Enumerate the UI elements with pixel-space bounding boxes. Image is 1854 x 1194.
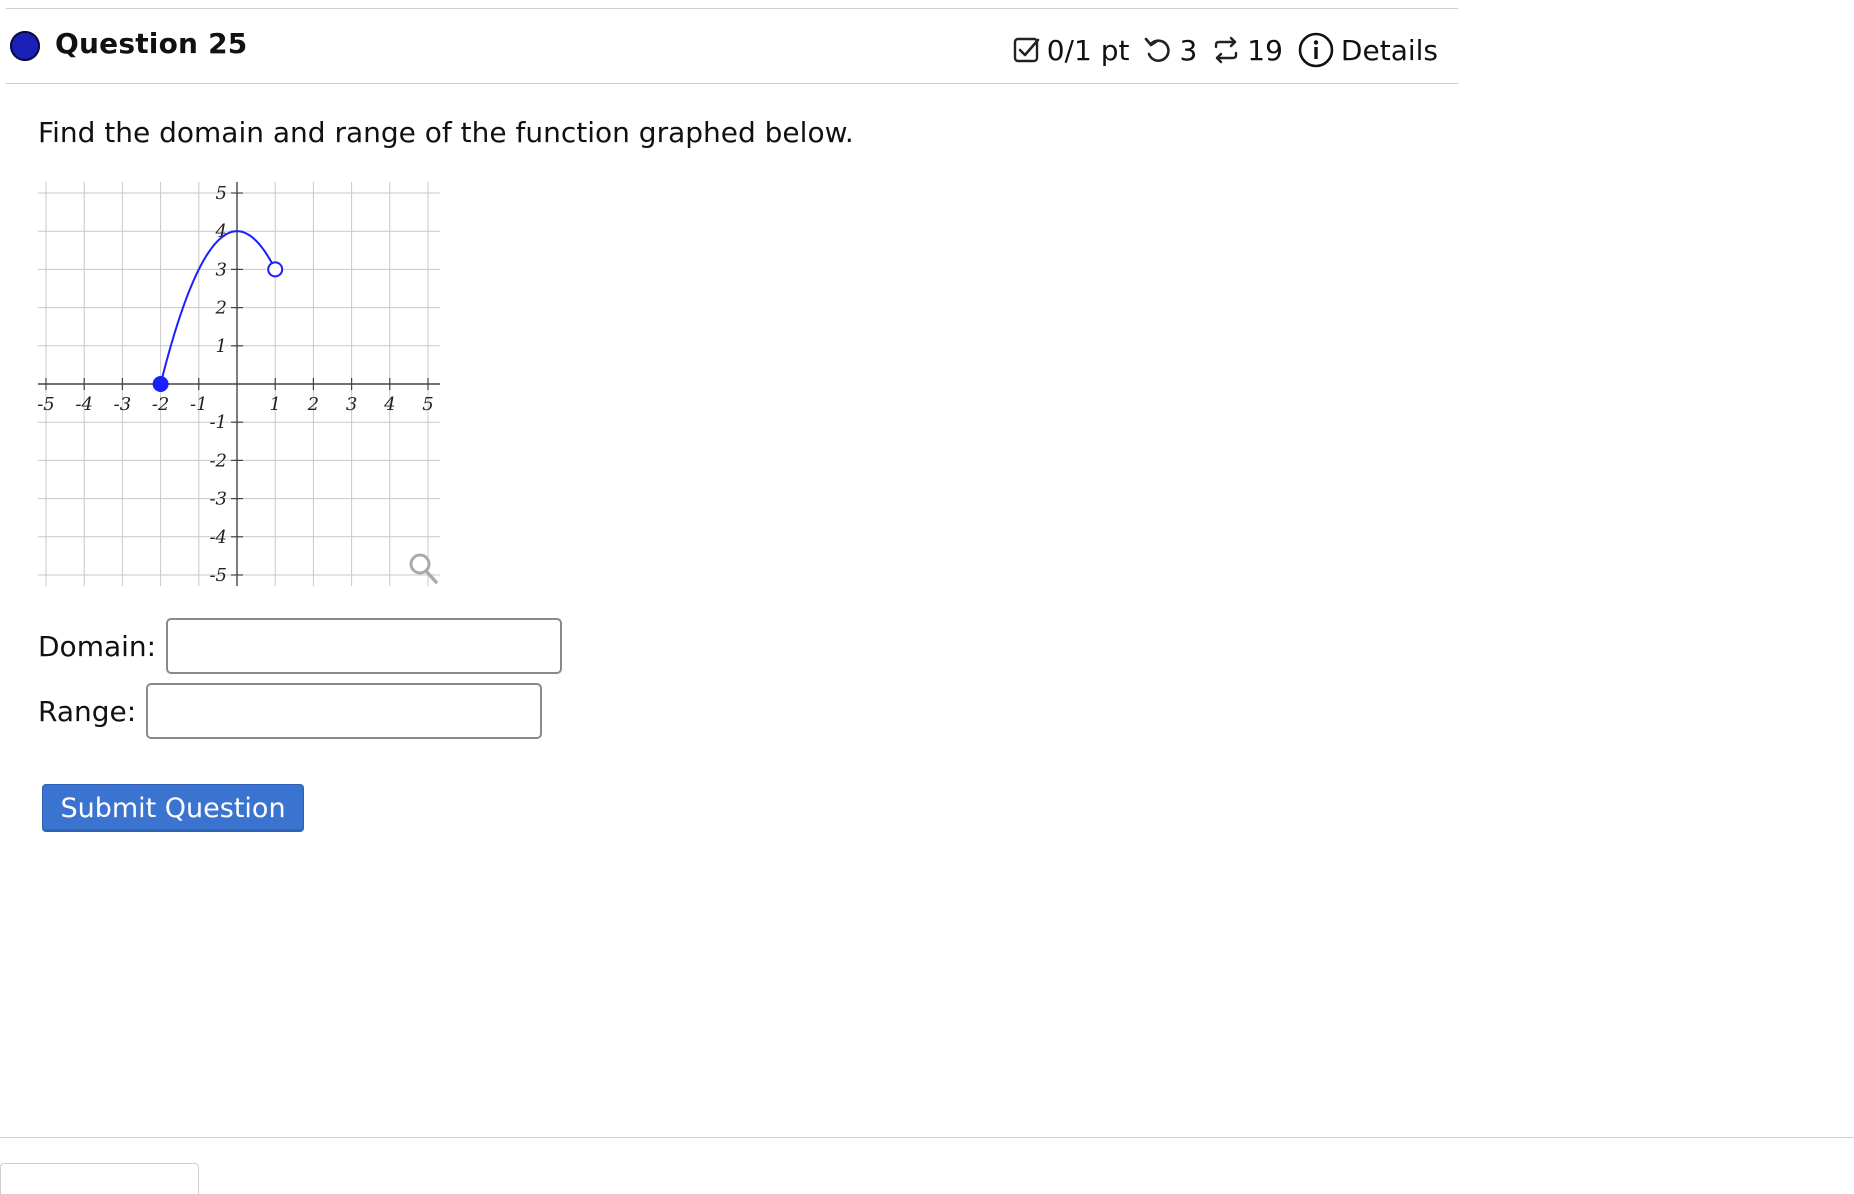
y-tick-label: -4: [209, 527, 227, 548]
question-header: Question 25 0/1 pt 3 19 Details: [6, 9, 1458, 84]
x-tick-label: 2: [307, 394, 319, 415]
bottom-divider: [0, 1137, 1854, 1138]
x-tick-label: -4: [75, 394, 93, 415]
score-text: 0/1 pt: [1046, 33, 1130, 67]
attempts-indicator: 19: [1211, 34, 1283, 67]
function-graph: -5 -4 -3 -2 -1 1 2 3 4 5 5 4 3 2 1 -1 -2 -3 -4 -5: [36, 180, 442, 588]
y-tick-label: -3: [209, 489, 227, 510]
x-tick-label: -3: [114, 394, 132, 415]
magnifier-icon[interactable]: [409, 553, 438, 584]
question-status-dot: [10, 31, 40, 61]
submit-question-button[interactable]: Submit Question: [42, 784, 304, 832]
details-label: Details: [1340, 33, 1438, 67]
attempts-count: 19: [1247, 33, 1283, 67]
x-tick-label: 4: [383, 394, 395, 415]
x-tick-label: 3: [346, 394, 357, 415]
x-tick-label: 5: [422, 394, 433, 415]
closed-endpoint: [152, 376, 169, 392]
details-link[interactable]: Details: [1297, 31, 1438, 69]
y-tick-label: -5: [209, 565, 227, 586]
domain-label: Domain:: [38, 629, 157, 663]
domain-row: Domain:: [38, 618, 563, 674]
y-tick-label: 1: [216, 336, 227, 357]
x-tick-label: -1: [190, 394, 208, 415]
question-title: Question 25: [55, 27, 248, 60]
checkbox-icon: [1013, 36, 1041, 64]
y-tick-label: 3: [216, 259, 227, 280]
bottom-tab[interactable]: [0, 1163, 199, 1194]
y-tick-label: 2: [215, 298, 227, 319]
question-meta: 0/1 pt 3 19 Details: [999, 30, 1438, 70]
y-tick-label: -2: [209, 450, 227, 471]
range-row: Range:: [38, 683, 543, 739]
score-indicator: 0/1 pt: [1013, 33, 1130, 67]
question-prompt: Find the domain and range of the functio…: [38, 116, 854, 149]
retries-count: 3: [1179, 33, 1198, 67]
graph-canvas: -5 -4 -3 -2 -1 1 2 3 4 554321-1-2-3-4-5: [37, 182, 440, 586]
repeat-icon: [1211, 35, 1241, 65]
x-tick-label: 1: [269, 394, 280, 415]
retries-indicator: 3: [1143, 34, 1197, 67]
range-label: Range:: [38, 694, 137, 728]
open-endpoint: [267, 261, 284, 278]
y-tick-label: 5: [216, 183, 227, 204]
x-tick-label: -5: [37, 394, 55, 415]
range-input[interactable]: [146, 683, 543, 739]
x-tick-label: -2: [152, 394, 170, 415]
info-icon: [1297, 31, 1335, 69]
domain-input[interactable]: [166, 618, 563, 674]
undo-icon: [1143, 36, 1173, 64]
y-tick-label: -1: [209, 412, 227, 433]
